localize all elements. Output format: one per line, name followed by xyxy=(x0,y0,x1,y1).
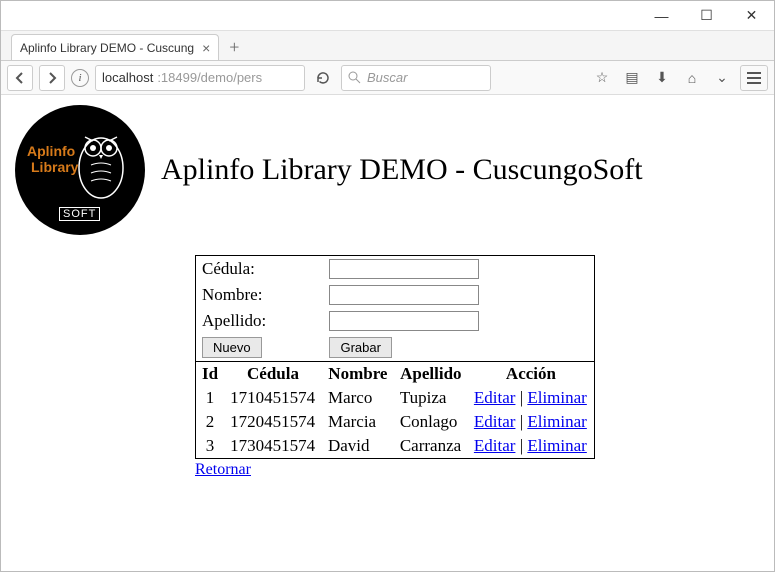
retornar-link[interactable]: Retornar xyxy=(195,461,251,479)
th-accion: Acción xyxy=(468,362,595,386)
nombre-label: Nombre: xyxy=(196,282,324,308)
th-nombre: Nombre xyxy=(322,362,394,386)
cell-id: 1 xyxy=(196,386,225,410)
close-window-button[interactable]: ✕ xyxy=(729,1,774,31)
cedula-label: Cédula: xyxy=(196,256,324,283)
cell-cedula: 1730451574 xyxy=(224,434,322,459)
maximize-button[interactable]: ☐ xyxy=(684,1,729,31)
edit-link[interactable]: Editar xyxy=(474,412,516,431)
back-button[interactable] xyxy=(7,65,33,91)
delete-link[interactable]: Eliminar xyxy=(527,388,586,407)
reader-icon[interactable]: ▤ xyxy=(620,66,644,90)
url-host: localhost xyxy=(102,70,153,85)
address-bar[interactable]: localhost :18499/demo/pers xyxy=(95,65,305,91)
form-table: Cédula: Nombre: Apellido: Nuevo Grabar xyxy=(195,255,595,362)
home-icon[interactable]: ⌂ xyxy=(680,66,704,90)
close-tab-icon[interactable]: × xyxy=(202,40,210,56)
logo: Aplinfo Library SOFT xyxy=(15,105,145,235)
cell-accion: Editar | Eliminar xyxy=(468,410,595,434)
table-header-row: Id Cédula Nombre Apellido Acción xyxy=(196,362,595,386)
tab-title: Aplinfo Library DEMO - Cuscung xyxy=(20,41,194,55)
page-content: Aplinfo Library SOFT Aplinfo Library DEM… xyxy=(1,95,774,489)
search-bar[interactable]: Buscar xyxy=(341,65,491,91)
cell-apellido: Conlago xyxy=(394,410,468,434)
logo-soft-text: SOFT xyxy=(59,207,100,221)
owl-icon xyxy=(71,123,131,203)
apellido-input[interactable] xyxy=(329,311,479,331)
edit-link[interactable]: Editar xyxy=(474,388,516,407)
table-row: 2 1720451574 Marcia Conlago Editar | Eli… xyxy=(196,410,595,434)
search-placeholder: Buscar xyxy=(367,70,407,85)
th-apellido: Apellido xyxy=(394,362,468,386)
table-row: 1 1710451574 Marco Tupiza Editar | Elimi… xyxy=(196,386,595,410)
browser-tab[interactable]: Aplinfo Library DEMO - Cuscung × xyxy=(11,34,219,60)
th-cedula: Cédula xyxy=(224,362,322,386)
th-id: Id xyxy=(196,362,225,386)
table-row: 3 1730451574 David Carranza Editar | Eli… xyxy=(196,434,595,459)
minimize-button[interactable]: — xyxy=(639,1,684,31)
delete-link[interactable]: Eliminar xyxy=(527,436,586,455)
cell-cedula: 1720451574 xyxy=(224,410,322,434)
downloads-icon[interactable]: ⬇ xyxy=(650,66,674,90)
cell-accion: Editar | Eliminar xyxy=(468,386,595,410)
nuevo-button[interactable]: Nuevo xyxy=(202,337,262,358)
page-header: Aplinfo Library SOFT Aplinfo Library DEM… xyxy=(15,105,760,235)
tab-bar: Aplinfo Library DEMO - Cuscung × + xyxy=(1,31,774,61)
bookmark-star-icon[interactable]: ☆ xyxy=(590,66,614,90)
apellido-label: Apellido: xyxy=(196,308,324,334)
window-titlebar: — ☐ ✕ xyxy=(1,1,774,31)
hamburger-menu-icon[interactable] xyxy=(740,65,768,91)
cell-apellido: Tupiza xyxy=(394,386,468,410)
cell-nombre: Marcia xyxy=(322,410,394,434)
site-info-icon[interactable]: i xyxy=(71,69,89,87)
reload-button[interactable] xyxy=(311,66,335,90)
cell-apellido: Carranza xyxy=(394,434,468,459)
edit-link[interactable]: Editar xyxy=(474,436,516,455)
cell-accion: Editar | Eliminar xyxy=(468,434,595,459)
logo-text-1: Aplinfo xyxy=(27,143,75,159)
grabar-button[interactable]: Grabar xyxy=(329,337,391,358)
page-title: Aplinfo Library DEMO - CuscungoSoft xyxy=(161,153,643,187)
cell-id: 3 xyxy=(196,434,225,459)
forward-button[interactable] xyxy=(39,65,65,91)
browser-toolbar: i localhost :18499/demo/pers Buscar ☆ ▤ ⬇… xyxy=(1,61,774,95)
cell-id: 2 xyxy=(196,410,225,434)
nombre-input[interactable] xyxy=(329,285,479,305)
main-area: Cédula: Nombre: Apellido: Nuevo Grabar I… xyxy=(195,255,595,479)
pocket-icon[interactable]: ⌄ xyxy=(710,66,734,90)
cell-nombre: David xyxy=(322,434,394,459)
cedula-input[interactable] xyxy=(329,259,479,279)
url-path: :18499/demo/pers xyxy=(157,70,262,85)
data-table: Id Cédula Nombre Apellido Acción 1 17104… xyxy=(195,362,595,459)
cell-cedula: 1710451574 xyxy=(224,386,322,410)
cell-nombre: Marco xyxy=(322,386,394,410)
new-tab-button[interactable]: + xyxy=(229,37,239,60)
search-icon xyxy=(348,71,361,84)
delete-link[interactable]: Eliminar xyxy=(527,412,586,431)
